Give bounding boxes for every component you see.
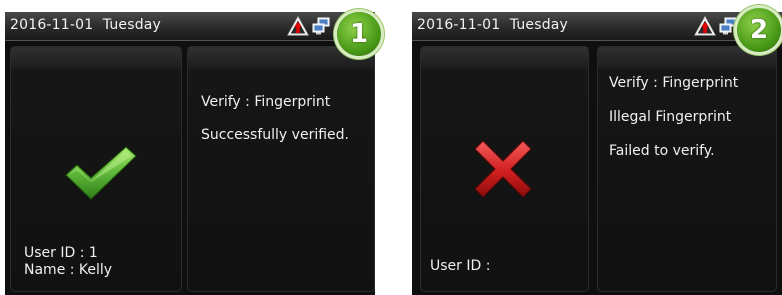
step-badge-number: 2: [749, 15, 769, 45]
user-name-label: Name : Kelly: [24, 262, 113, 278]
cross-icon: [474, 140, 532, 198]
user-panel: User ID :: [420, 46, 589, 292]
message-panel: Verify : Fingerprint Successfully verifi…: [187, 46, 375, 292]
message-panel: Verify : Fingerprint Illegal Fingerprint…: [597, 46, 777, 292]
step-badge-2: 2: [737, 8, 781, 52]
verification-screen-failure: 2016-11-01 Tuesday User ID: Verify: Fi…: [412, 12, 782, 295]
user-panel: User ID : 1 Name : Kelly: [10, 46, 182, 292]
verification-screen-success: 2016-11-01 Tuesday User ID: 1 Name: Ke…: [5, 12, 375, 295]
status-icons: [287, 16, 330, 36]
network-icon: [312, 17, 330, 35]
day-text: Tuesday: [102, 17, 162, 33]
checkmark-icon: [65, 146, 137, 200]
day-text: Tuesday: [509, 17, 569, 33]
user-id-label: User ID : 1: [24, 245, 98, 261]
network-icon: [719, 17, 737, 35]
result-text: Successfully verified.: [201, 127, 349, 143]
verify-mode-text: Verify : Fingerprint: [201, 94, 331, 110]
user-id-label: User ID :: [430, 258, 491, 274]
status-bar: 2016-11-01 Tuesday: [412, 12, 782, 41]
warning-icon: [694, 16, 716, 36]
step-badge-1: 1: [337, 12, 381, 56]
error-text: Illegal Fingerprint: [609, 109, 732, 125]
verify-mode-text: Verify : Fingerprint: [609, 75, 739, 91]
date-text: 2016-11-01: [10, 17, 94, 33]
status-date: 2016-11-01 Tuesday: [10, 17, 161, 33]
step-badge-number: 1: [349, 19, 369, 49]
status-icons: [694, 16, 737, 36]
result-text: Failed to verify.: [609, 143, 715, 159]
status-date: 2016-11-01 Tuesday: [417, 17, 568, 33]
status-bar: 2016-11-01 Tuesday: [5, 12, 375, 41]
warning-icon: [287, 16, 309, 36]
date-text: 2016-11-01: [417, 17, 501, 33]
